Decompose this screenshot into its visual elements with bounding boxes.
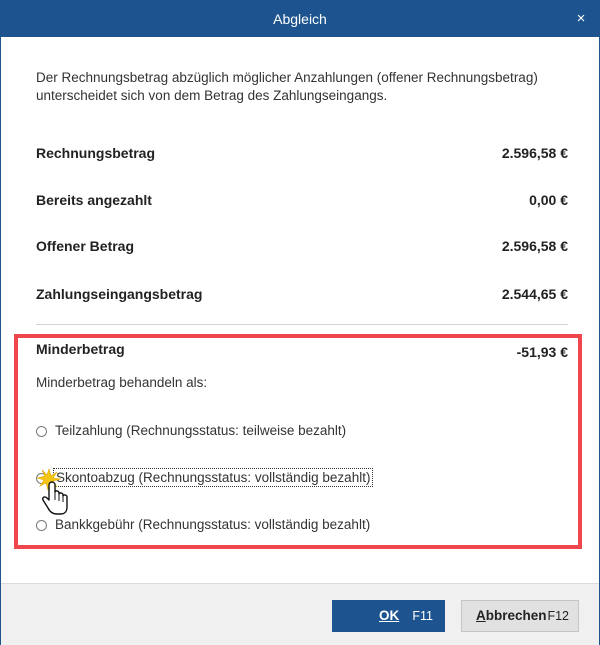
dialog-window: Abgleich × Der Rechnungsbetrag abzüglich… <box>0 0 600 645</box>
row-label: Rechnungsbetrag <box>36 145 156 161</box>
ok-button[interactable]: OK F11 <box>332 600 445 632</box>
ok-shortcut: F11 <box>412 609 433 623</box>
intro-text: Der Rechnungsbetrag abzüglich möglicher … <box>36 70 538 103</box>
row-value: 2.596,58 € <box>501 238 568 254</box>
cancel-label: Abbrechen <box>476 601 547 631</box>
difference-value: -51,93 € <box>516 344 568 360</box>
summary-row-offener-betrag: Offener Betrag 2.596,58 € <box>36 238 568 258</box>
summary-row-zahlungseingangsbetrag: Zahlungseingangsbetrag 2.544,65 € <box>36 286 568 306</box>
close-icon: × <box>576 10 586 27</box>
cancel-button[interactable]: Abbrechen F12 <box>461 600 579 632</box>
dialog-title: Abgleich <box>273 11 327 27</box>
title-bar: Abgleich × <box>1 1 599 37</box>
dialog-footer: OK F11 Abbrechen F12 <box>1 583 599 645</box>
summary-row-rechnungsbetrag: Rechnungsbetrag 2.596,58 € <box>36 145 568 165</box>
handle-as-label: Minderbetrag behandeln als: <box>36 375 208 390</box>
radio-label: Bankkgebühr (Rechnungsstatus: vollständi… <box>55 517 371 532</box>
divider <box>36 324 568 325</box>
radio-label: Teilzahlung (Rechnungsstatus: teilweise … <box>55 423 347 438</box>
hand-cursor-icon <box>37 467 68 515</box>
row-label: Bereits angezahlt <box>36 192 152 208</box>
cancel-shortcut: F12 <box>547 609 569 623</box>
ok-label: OK <box>379 608 400 623</box>
difference-row: Minderbetrag -51,93 € <box>36 341 568 361</box>
close-button[interactable]: × <box>569 7 593 31</box>
summary-row-bereits-angezahlt: Bereits angezahlt 0,00 € <box>36 192 568 212</box>
radio-button[interactable] <box>36 520 47 531</box>
row-value: 2.544,65 € <box>501 286 568 302</box>
radio-label: Skontoabzug (Rechnungsstatus: vollständi… <box>52 468 374 487</box>
row-label: Offener Betrag <box>36 238 135 254</box>
cancel-label-mnemonic: A <box>476 608 486 623</box>
difference-label: Minderbetrag <box>36 341 125 357</box>
row-label: Zahlungseingangsbetrag <box>36 286 203 302</box>
row-value: 0,00 € <box>529 192 568 208</box>
row-value: 2.596,58 € <box>501 145 568 161</box>
cancel-label-rest: bbrechen <box>485 608 547 623</box>
radio-button[interactable] <box>36 426 47 437</box>
